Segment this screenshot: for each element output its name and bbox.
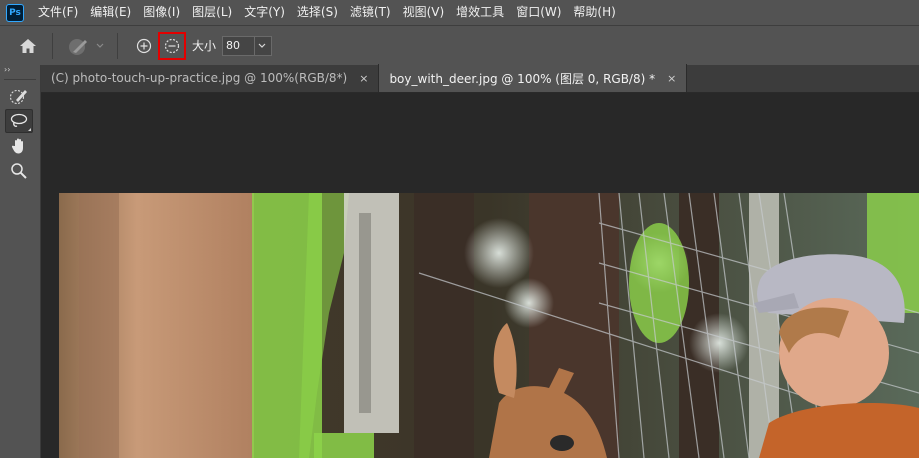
menu-image[interactable]: 图像(I) — [137, 0, 186, 25]
menu-filter[interactable]: 滤镜(T) — [344, 0, 397, 25]
hand-icon — [11, 138, 23, 154]
toolbar-separator — [4, 79, 36, 80]
menu-layer[interactable]: 图层(L) — [186, 0, 238, 25]
lasso-icon — [10, 113, 28, 127]
tab-photo-touch-up-practice[interactable]: (C) photo-touch-up-practice.jpg @ 100%(R… — [41, 64, 380, 92]
menu-type[interactable]: 文字(Y) — [238, 0, 291, 25]
quick-selection-tool[interactable] — [5, 84, 33, 108]
brush-selection-icon — [9, 89, 27, 105]
circle-plus-icon — [136, 38, 152, 53]
photo-image — [59, 193, 919, 458]
size-dropdown-button[interactable] — [254, 36, 268, 55]
magnifier-icon — [11, 163, 27, 179]
lasso-tool[interactable] — [5, 109, 33, 133]
tab-label: boy_with_deer.jpg @ 100% (图层 0, RGB/8) * — [389, 71, 656, 86]
tool-flyout-indicator — [28, 128, 31, 131]
tab-close-button[interactable]: × — [359, 72, 368, 85]
chevron-down-icon — [258, 43, 265, 48]
document-tabs: (C) photo-touch-up-practice.jpg @ 100%(R… — [41, 64, 919, 93]
menu-help[interactable]: 帮助(H) — [567, 0, 621, 25]
menu-edit[interactable]: 编辑(E) — [84, 0, 137, 25]
brush-preset-picker[interactable] — [63, 32, 107, 60]
brush-icon — [68, 38, 87, 55]
circle-minus-dashed-icon — [164, 38, 180, 53]
options-separator — [52, 32, 53, 59]
options-separator — [117, 32, 118, 59]
tab-boy-with-deer[interactable]: boy_with_deer.jpg @ 100% (图层 0, RGB/8) *… — [379, 64, 688, 92]
menu-bar: Ps 文件(F) 编辑(E) 图像(I) 图层(L) 文字(Y) 选择(S) 滤… — [0, 0, 919, 25]
home-button[interactable] — [14, 32, 42, 60]
menu-file[interactable]: 文件(F) — [32, 0, 84, 25]
menu-window[interactable]: 窗口(W) — [510, 0, 567, 25]
size-input[interactable]: 80 — [222, 35, 273, 56]
toolbar-collapse-toggle[interactable]: ›› — [0, 65, 40, 75]
tab-label: (C) photo-touch-up-practice.jpg @ 100%(R… — [51, 71, 348, 85]
size-label: 大小 — [192, 39, 217, 53]
options-bar: 大小 80 — [0, 25, 919, 65]
menu-select[interactable]: 选择(S) — [291, 0, 344, 25]
menu-view[interactable]: 视图(V) — [397, 0, 451, 25]
chevron-down-icon — [96, 43, 103, 48]
menu-plugins[interactable]: 增效工具 — [450, 0, 510, 25]
photoshop-logo-icon: Ps — [6, 3, 24, 22]
add-to-selection-button[interactable] — [132, 34, 156, 58]
document-canvas[interactable] — [59, 193, 919, 458]
hand-tool[interactable] — [5, 134, 33, 158]
tools-panel: ›› — [0, 65, 41, 458]
size-value: 80 — [226, 39, 241, 52]
tab-close-button[interactable]: × — [667, 72, 676, 85]
subtract-from-selection-button[interactable] — [158, 31, 186, 60]
zoom-tool[interactable] — [5, 159, 33, 183]
home-icon — [20, 38, 36, 53]
